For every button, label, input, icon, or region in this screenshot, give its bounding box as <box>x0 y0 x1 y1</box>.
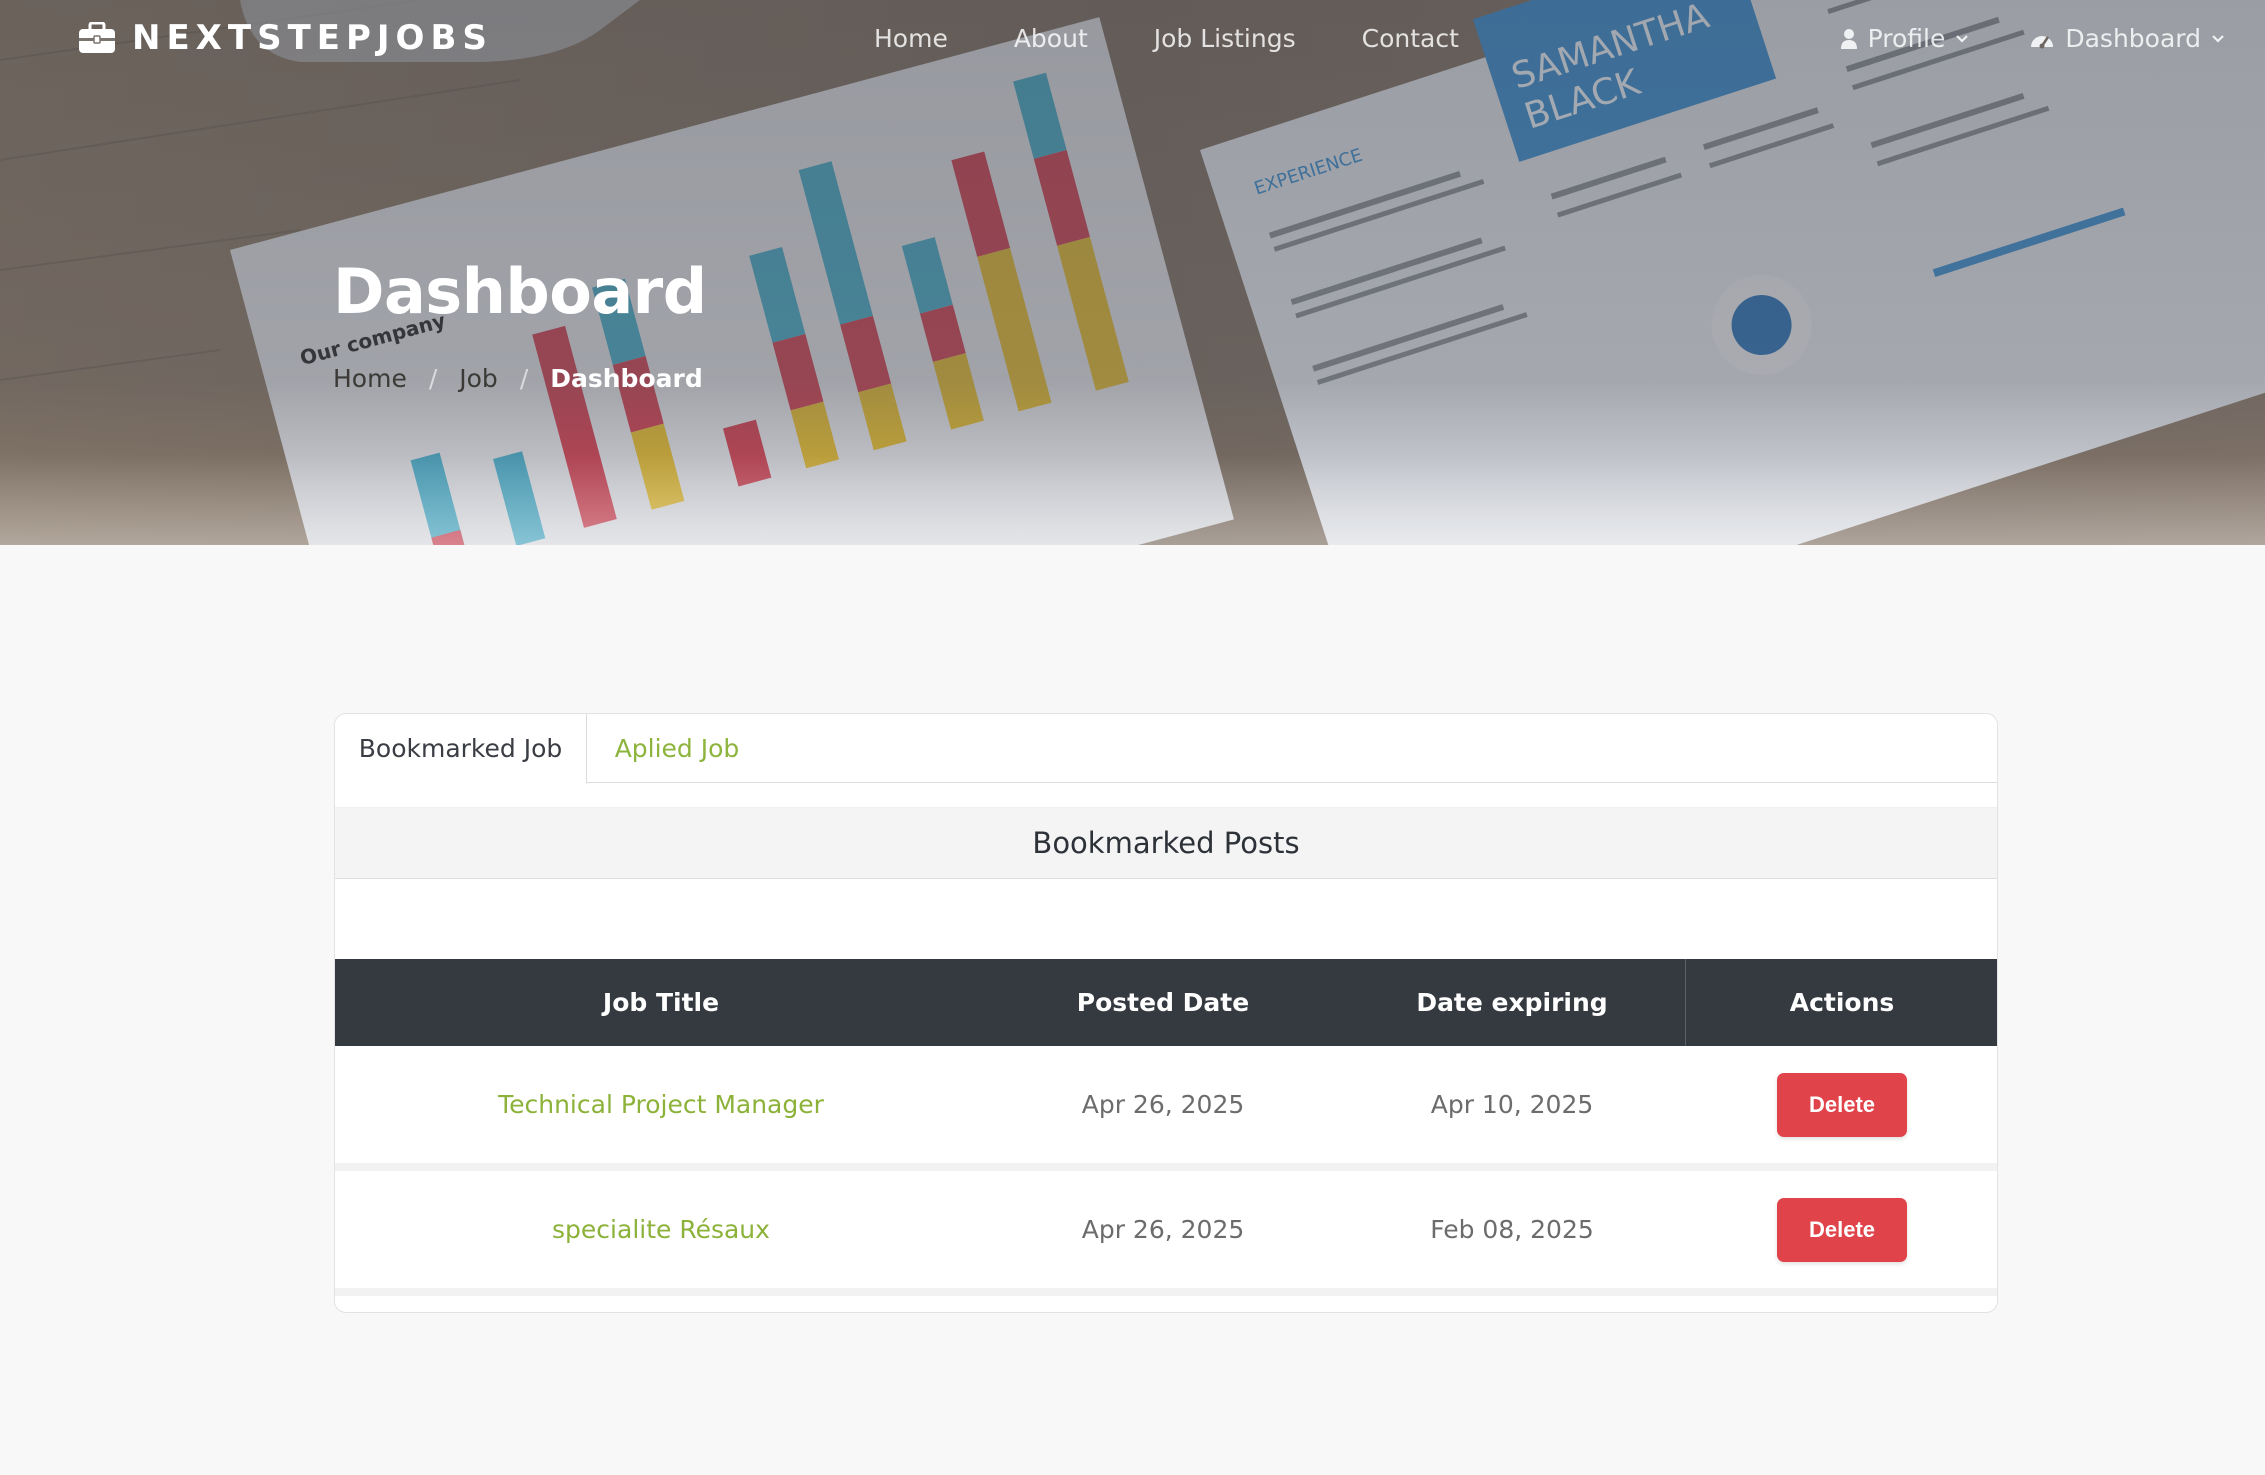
user-menu: Profile Dashboard <box>1840 24 2225 53</box>
page-title: Dashboard <box>333 255 707 328</box>
section-title: Bookmarked Posts <box>335 807 1997 879</box>
expiring-date: Feb 08, 2025 <box>1430 1215 1594 1244</box>
header-date-expiring: Date expiring <box>1416 988 1608 1017</box>
breadcrumb: Home / Job / Dashboard <box>333 364 703 393</box>
breadcrumb-job[interactable]: Job <box>459 364 498 393</box>
breadcrumb-home[interactable]: Home <box>333 364 407 393</box>
header-posted-date: Posted Date <box>1076 988 1250 1017</box>
posted-date: Apr 26, 2025 <box>1081 1215 1245 1244</box>
briefcase-icon <box>78 21 116 54</box>
dashboard-label: Dashboard <box>2065 24 2201 53</box>
breadcrumb-separator: / <box>428 364 438 393</box>
job-tabs: Bookmarked Job Aplied Job <box>335 714 1997 784</box>
main-menu: Home About Job Listings Contact <box>874 24 1525 53</box>
header-job-title: Job Title <box>602 988 720 1017</box>
delete-button[interactable]: Delete <box>1777 1072 1907 1137</box>
bookmarked-jobs-table: Job Title Posted Date Date expiring Acti… <box>335 959 1997 1296</box>
table-row: Technical Project Manager Apr 26, 2025 A… <box>335 1046 1997 1163</box>
user-icon <box>1840 28 1858 50</box>
tab-applied-job[interactable]: Aplied Job <box>587 714 767 783</box>
brand-logo[interactable]: NEXTSTEPJOBS <box>78 18 493 58</box>
nav-link-home[interactable]: Home <box>874 24 948 53</box>
top-navbar: NEXTSTEPJOBS Home About Job Listings Con… <box>0 0 2265 84</box>
nav-link-contact[interactable]: Contact <box>1362 24 1459 53</box>
table-header: Job Title Posted Date Date expiring Acti… <box>335 959 1997 1046</box>
table-row: specialite Résaux Apr 26, 2025 Feb 08, 2… <box>335 1171 1997 1288</box>
hero-banner: Our company SAMANTHA BLACK EXPERIENCE <box>0 0 2265 545</box>
header-actions: Actions <box>1789 988 1895 1017</box>
brand-name: NEXTSTEPJOBS <box>132 18 493 58</box>
dashboard-card: Bookmarked Job Aplied Job Bookmarked Pos… <box>334 713 1998 1313</box>
breadcrumb-separator: / <box>519 364 529 393</box>
chevron-down-icon <box>1955 34 1969 44</box>
delete-button[interactable]: Delete <box>1777 1197 1907 1262</box>
breadcrumb-current: Dashboard <box>550 364 703 393</box>
job-title-link[interactable]: Technical Project Manager <box>335 1046 987 1163</box>
profile-label: Profile <box>1867 24 1946 53</box>
tab-bookmarked-job[interactable]: Bookmarked Job <box>335 714 587 784</box>
expiring-date: Apr 10, 2025 <box>1430 1090 1594 1119</box>
posted-date: Apr 26, 2025 <box>1081 1090 1245 1119</box>
tachometer-icon <box>2029 29 2055 49</box>
nav-link-about[interactable]: About <box>1014 24 1088 53</box>
dashboard-dropdown[interactable]: Dashboard <box>2029 24 2225 53</box>
profile-dropdown[interactable]: Profile <box>1840 24 1970 53</box>
job-title-link[interactable]: specialite Résaux <box>335 1171 987 1288</box>
chevron-down-icon <box>2211 34 2225 44</box>
nav-link-job-listings[interactable]: Job Listings <box>1154 24 1296 53</box>
